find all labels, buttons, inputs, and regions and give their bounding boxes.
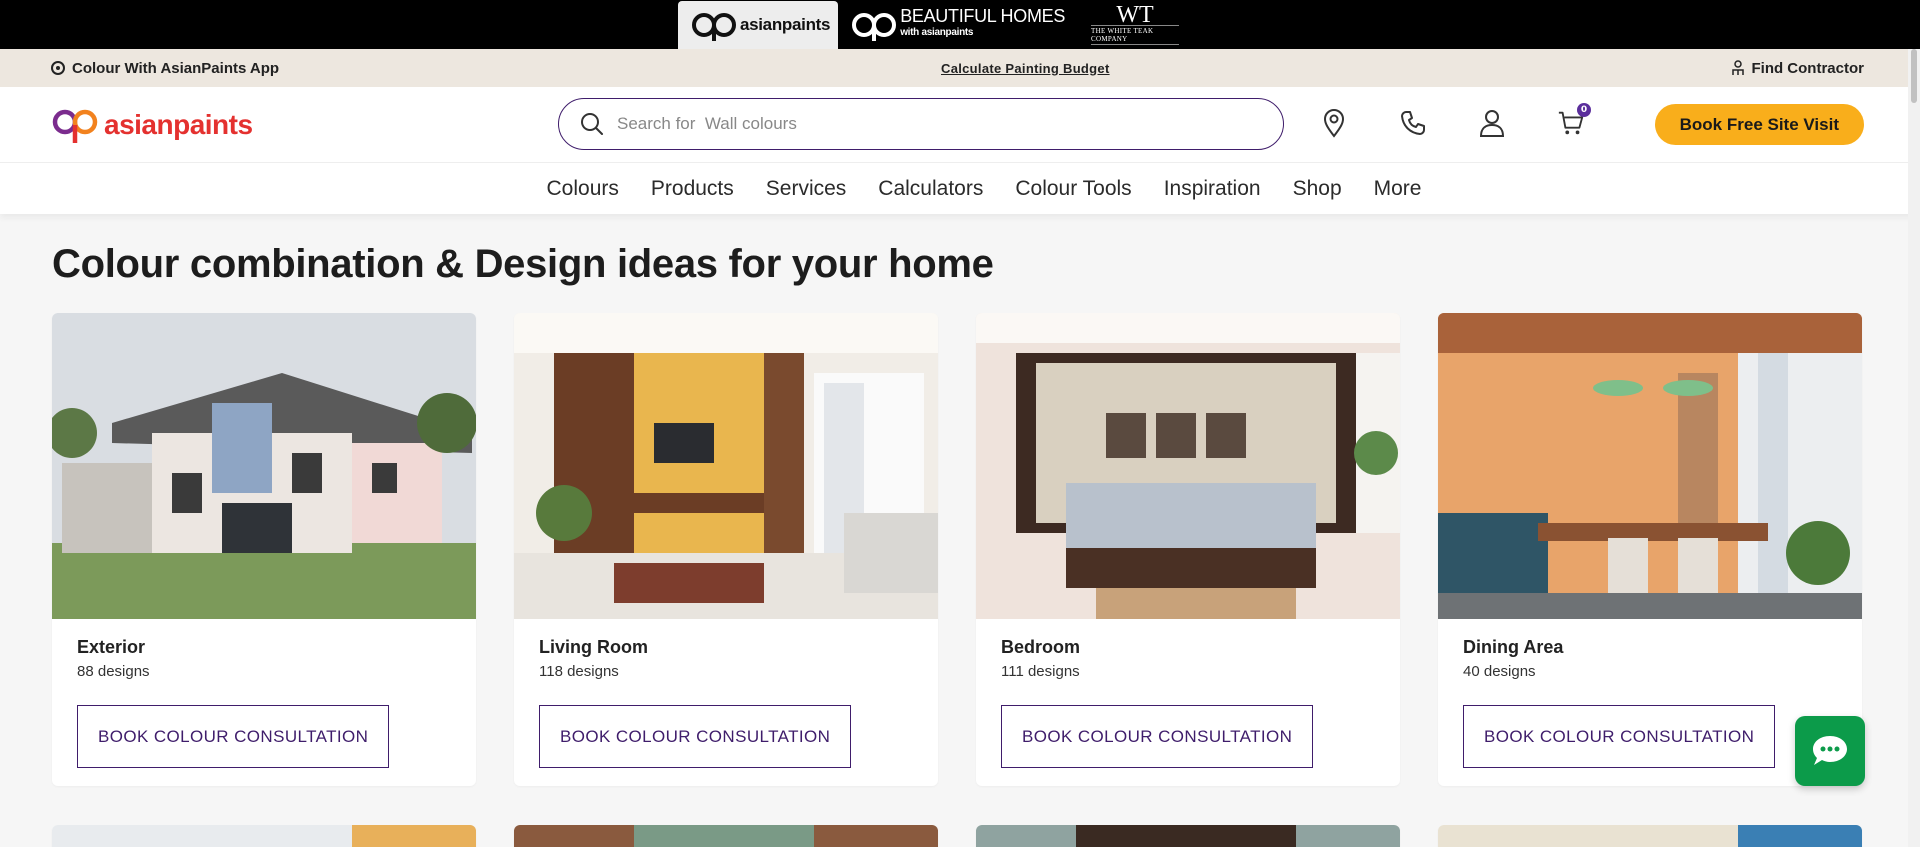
brand-name: THE WHITE TEAK COMPANY <box>1091 24 1180 45</box>
chat-icon <box>1813 736 1847 765</box>
app-link-label: Colour With AsianPaints App <box>72 59 280 77</box>
card-title: Dining Area <box>1463 637 1564 657</box>
page-title: Colour combination & Design ideas for yo… <box>52 242 994 286</box>
card-body: Bedroom 111 designs BOOK COLOUR CONSULTA… <box>976 619 1400 786</box>
beautiful-homes-logo-icon <box>852 12 897 41</box>
nav-item-shop[interactable]: Shop <box>1293 177 1342 201</box>
brand-strip: asianpaints BEAUTIFUL HOMES with asianpa… <box>0 0 1920 49</box>
chat-button[interactable] <box>1795 716 1865 786</box>
nav-item-colours[interactable]: Colours <box>547 177 619 201</box>
palette-icon <box>51 61 65 75</box>
page-scrollbar[interactable] <box>1908 49 1920 847</box>
category-card[interactable] <box>1438 825 1862 847</box>
card-title: Exterior <box>77 637 146 657</box>
user-icon[interactable] <box>1478 107 1506 139</box>
nav-item-more[interactable]: More <box>1374 177 1422 201</box>
category-card-living-room[interactable]: Living Room 118 designs BOOK COLOUR CONS… <box>514 313 938 786</box>
category-card-bedroom[interactable]: Bedroom 111 designs BOOK COLOUR CONSULTA… <box>976 313 1400 786</box>
nav-item-services[interactable]: Services <box>766 177 847 201</box>
main-nav: Colours Products Services Calculators Co… <box>0 162 1920 214</box>
category-card[interactable] <box>514 825 938 847</box>
asianpaints-logo-icon <box>52 109 98 143</box>
white-teak-monogram: WT <box>1116 1 1154 28</box>
site-logo[interactable]: asianpaints <box>50 105 253 145</box>
book-consultation-button[interactable]: BOOK COLOUR CONSULTATION <box>1001 705 1314 768</box>
location-icon[interactable] <box>1320 107 1348 139</box>
card-design-count: 88 designs <box>77 663 150 680</box>
brand-tab-beautiful-homes[interactable]: BEAUTIFUL HOMES with asianpaints <box>838 0 1075 49</box>
card-image[interactable] <box>514 825 938 847</box>
brand-title: BEAUTIFUL HOMES <box>900 6 1066 26</box>
contractor-icon <box>1732 60 1745 75</box>
main-header: asianpaints Search for Wall colours 0 Bo… <box>0 87 1920 162</box>
brand-name: BEAUTIFUL HOMES with asianpaints <box>900 6 1066 41</box>
bedroom-image[interactable] <box>976 313 1400 619</box>
cart-count-badge: 0 <box>1577 103 1591 117</box>
app-link[interactable]: Colour With AsianPaints App <box>50 60 279 77</box>
asianpaints-logo-icon <box>691 13 736 41</box>
card-image[interactable] <box>52 825 476 847</box>
card-body: Exterior 88 designs BOOK COLOUR CONSULTA… <box>52 619 476 786</box>
book-consultation-button[interactable]: BOOK COLOUR CONSULTATION <box>1463 705 1776 768</box>
category-card[interactable] <box>976 825 1400 847</box>
budget-link[interactable]: Calculate Painting Budget <box>941 61 1110 76</box>
living-room-image[interactable] <box>514 313 938 619</box>
card-design-count: 118 designs <box>539 663 619 680</box>
category-card[interactable] <box>52 825 476 847</box>
category-card-exterior[interactable]: Exterior 88 designs BOOK COLOUR CONSULTA… <box>52 313 476 786</box>
logo-text: asianpaints <box>104 108 253 140</box>
nav-item-products[interactable]: Products <box>651 177 734 201</box>
category-card-dining-area[interactable]: Dining Area 40 designs BOOK COLOUR CONSU… <box>1438 313 1862 786</box>
card-body: Living Room 118 designs BOOK COLOUR CONS… <box>514 619 938 786</box>
nav-item-inspiration[interactable]: Inspiration <box>1164 177 1261 201</box>
search-icon[interactable] <box>579 111 605 137</box>
main-content: Colour combination & Design ideas for yo… <box>0 242 1920 847</box>
header-icons: 0 <box>1320 103 1591 139</box>
card-image[interactable] <box>976 825 1400 847</box>
find-contractor-label: Find Contractor <box>1751 59 1864 77</box>
brand-name: asianpaints <box>739 15 831 34</box>
brand-tab-white-teak[interactable]: WT THE WHITE TEAK COMPANY <box>1075 0 1195 49</box>
nav-item-calculators[interactable]: Calculators <box>878 177 983 201</box>
dining-area-image[interactable] <box>1438 313 1862 619</box>
book-site-visit-button[interactable]: Book Free Site Visit <box>1654 104 1864 145</box>
card-design-count: 111 designs <box>1001 663 1080 680</box>
card-design-count: 40 designs <box>1463 663 1536 680</box>
scrollbar-thumb[interactable] <box>1911 49 1917 103</box>
book-consultation-button[interactable]: BOOK COLOUR CONSULTATION <box>539 705 852 768</box>
search-bar[interactable] <box>558 98 1284 150</box>
brand-subtitle: with asianpaints <box>900 27 974 38</box>
card-image[interactable] <box>1438 825 1862 847</box>
card-title: Bedroom <box>1001 637 1081 657</box>
search-input[interactable] <box>617 114 1263 134</box>
book-consultation-button[interactable]: BOOK COLOUR CONSULTATION <box>77 705 390 768</box>
category-grid: Exterior 88 designs BOOK COLOUR CONSULTA… <box>52 313 1868 786</box>
utility-bar: Colour With AsianPaints App Calculate Pa… <box>0 49 1920 87</box>
category-grid-row-2 <box>52 825 1868 847</box>
cart-icon[interactable]: 0 <box>1557 103 1591 139</box>
phone-icon[interactable] <box>1399 107 1427 139</box>
card-title: Living Room <box>539 637 648 657</box>
exterior-image[interactable] <box>52 313 476 619</box>
brand-tab-asianpaints[interactable]: asianpaints <box>677 1 839 49</box>
find-contractor-link[interactable]: Find Contractor <box>1731 60 1864 77</box>
nav-item-colour-tools[interactable]: Colour Tools <box>1015 177 1131 201</box>
